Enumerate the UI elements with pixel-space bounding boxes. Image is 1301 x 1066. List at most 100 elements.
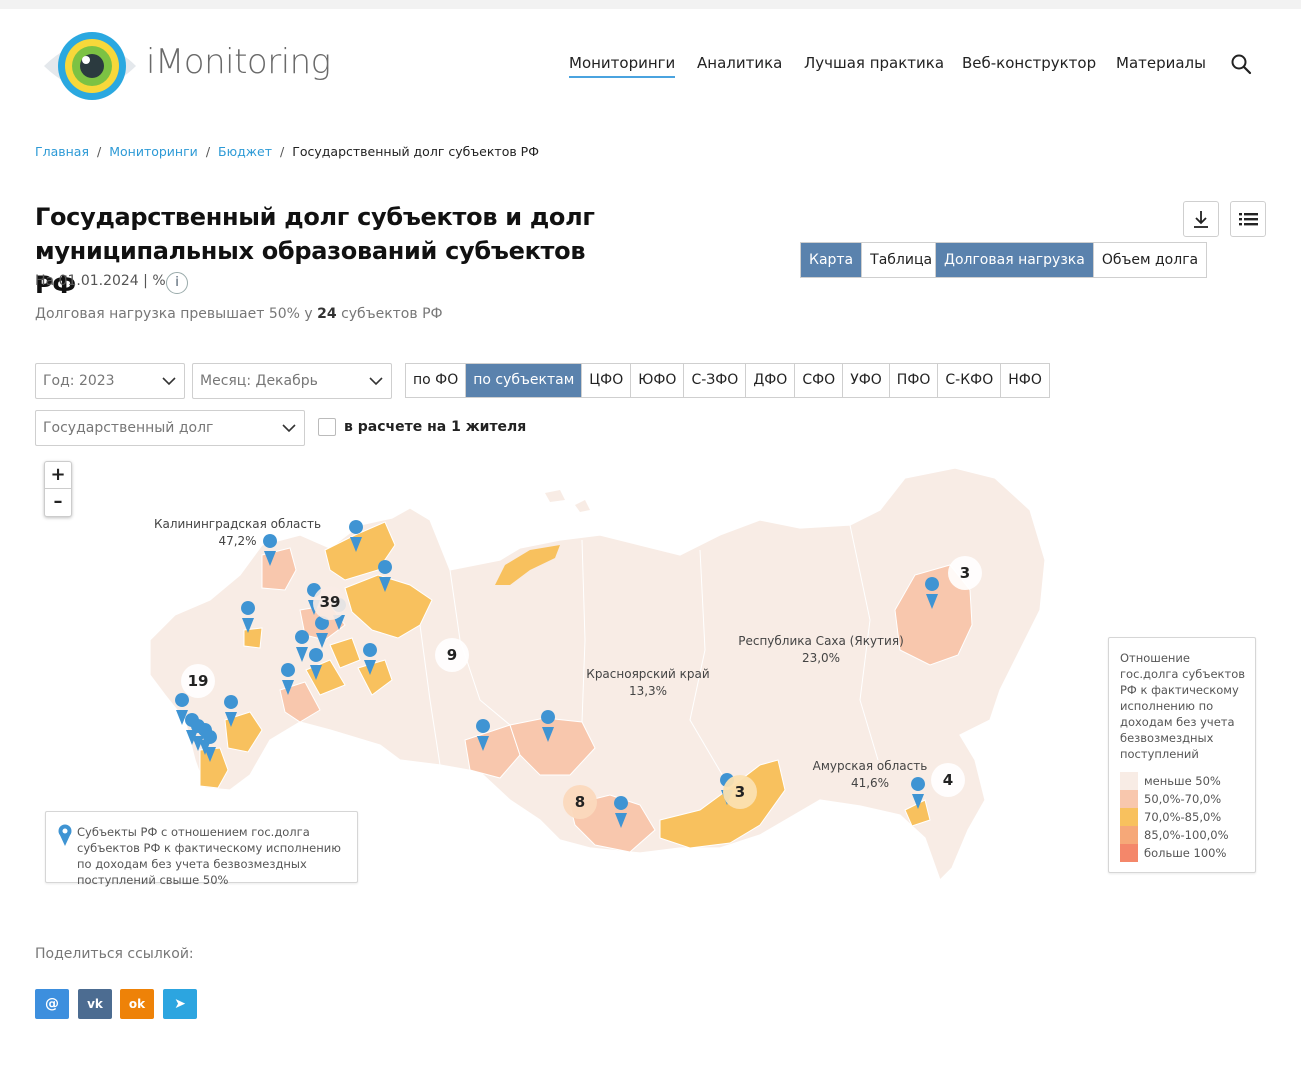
imonitoring-logo-icon[interactable] <box>40 27 140 105</box>
region-label-value: 41,6% <box>850 776 890 790</box>
download-icon <box>1194 211 1208 228</box>
debt-summary-count: 24 <box>317 306 337 322</box>
pin-legend-text: Субъекты РФ с отношением гос.долга субъе… <box>77 825 341 887</box>
per-capita-label[interactable]: в расчете на 1 жителя <box>344 419 526 435</box>
list-view-button[interactable] <box>1230 201 1266 237</box>
breadcrumb-separator: / <box>280 144 285 159</box>
nav-monitorings[interactable]: Мониторинги <box>569 54 676 78</box>
download-button[interactable] <box>1183 201 1219 237</box>
search-icon[interactable] <box>1230 53 1252 75</box>
year-select[interactable]: Год: 2023 <box>35 363 185 399</box>
legend-swatch <box>1120 772 1138 790</box>
chevron-down-icon <box>282 424 296 433</box>
share-vk-button[interactable]: vk <box>78 989 112 1019</box>
tab-yufo[interactable]: ЮФО <box>630 364 683 397</box>
top-strip <box>0 0 1301 9</box>
breadcrumb-separator: / <box>97 144 102 159</box>
tab-szfo[interactable]: С-ЗФО <box>683 364 745 397</box>
nav-best-practice[interactable]: Лучшая практика <box>804 54 944 78</box>
tab-sfo[interactable]: СФО <box>794 364 842 397</box>
legend-item: больше 100% <box>1120 844 1226 862</box>
odnoklassniki-icon: ok <box>128 997 146 1011</box>
region-label-amur: Амурская область 41,6% <box>805 758 935 792</box>
map-region-70-85[interactable] <box>243 627 263 649</box>
indicator-select[interactable]: Государственный долг <box>35 410 305 446</box>
color-legend-title: Отношение гос.долга субъектов РФ к факти… <box>1120 651 1246 761</box>
tab-debt-volume[interactable]: Объем долга <box>1092 243 1206 277</box>
per-capita-checkbox[interactable] <box>318 418 336 436</box>
share-telegram-button[interactable]: ➤ <box>163 989 197 1019</box>
legend-swatch <box>1120 826 1138 844</box>
region-label-name: Калининградская область <box>153 517 322 531</box>
info-icon[interactable]: i <box>166 272 188 294</box>
month-select[interactable]: Месяц: Декабрь <box>192 363 392 399</box>
nav-analytics[interactable]: Аналитика <box>697 54 782 78</box>
legend-swatch <box>1120 790 1138 808</box>
region-label-name: Амурская область <box>812 759 928 773</box>
cluster-count[interactable]: 3 <box>720 783 760 801</box>
breadcrumb: Главная / Мониторинги / Бюджет / Государственн… <box>35 144 539 159</box>
brand-name[interactable]: iMonitoring <box>146 42 331 82</box>
cluster-count[interactable]: 19 <box>178 672 218 690</box>
cluster-count[interactable]: 4 <box>928 771 968 789</box>
region-label-value: 47,2% <box>218 534 257 548</box>
tab-by-subjects[interactable]: по субъектам <box>465 364 582 397</box>
view-toggle: Карта Таблица <box>800 242 942 278</box>
chevron-down-icon <box>162 377 176 386</box>
indicator-select-value: Государственный долг <box>43 420 214 436</box>
tab-skfo[interactable]: С-КФО <box>937 364 1000 397</box>
color-legend: Отношение гос.долга субъектов РФ к факти… <box>1108 637 1256 873</box>
cluster-count[interactable]: 9 <box>432 646 472 664</box>
region-label-value: 13,3% <box>628 684 668 698</box>
page-title-line-2: муниципальных образований субъектов РФ <box>35 237 586 299</box>
nav-materials[interactable]: Материалы <box>1116 54 1206 78</box>
mail-icon: @ <box>45 996 59 1012</box>
breadcrumb-current: Государственный долг субъектов РФ <box>292 144 539 159</box>
nav-web-constructor[interactable]: Веб-конструктор <box>962 54 1096 78</box>
legend-label: 70,0%-85,0% <box>1144 810 1222 824</box>
debt-summary-post: субъектов РФ <box>341 306 443 322</box>
telegram-icon: ➤ <box>174 996 186 1012</box>
share-label: Поделиться ссылкой: <box>35 946 194 962</box>
breadcrumb-budget[interactable]: Бюджет <box>218 144 272 159</box>
chevron-down-icon <box>369 377 383 386</box>
tab-dfo[interactable]: ДФО <box>745 364 794 397</box>
map-base-region[interactable] <box>545 490 590 512</box>
tab-debt-load[interactable]: Долговая нагрузка <box>936 243 1093 277</box>
breadcrumb-monitorings[interactable]: Мониторинги <box>109 144 198 159</box>
region-label-yakutia: Республика Саха (Якутия) 23,0% <box>737 633 905 667</box>
page-title-line-1: Государственный долг субъектов и долг <box>35 203 595 231</box>
region-label-name: Красноярский край <box>586 667 710 681</box>
legend-label: больше 100% <box>1144 846 1227 860</box>
tab-pfo[interactable]: ПФО <box>888 364 938 397</box>
tab-by-fo[interactable]: по ФО <box>406 364 465 397</box>
share-ok-button[interactable]: ok <box>120 989 154 1019</box>
cluster-count[interactable]: 39 <box>310 593 350 611</box>
cluster-count[interactable]: 8 <box>560 793 600 811</box>
debt-summary-pre: Долговая нагрузка превышает 50% у <box>35 306 313 322</box>
measure-toggle: Долговая нагрузка Объем долга <box>935 242 1208 278</box>
tab-nfo[interactable]: НФО <box>1000 364 1049 397</box>
list-icon <box>1239 213 1258 226</box>
zoom-control: + – <box>44 461 72 517</box>
year-select-value: Год: 2023 <box>43 373 115 389</box>
legend-swatch <box>1120 808 1138 826</box>
region-label-kaliningrad: Калининградская область 47,2% <box>150 516 325 550</box>
breadcrumb-home[interactable]: Главная <box>35 144 89 159</box>
tab-map[interactable]: Карта <box>801 243 862 277</box>
share-mail-button[interactable]: @ <box>35 989 69 1019</box>
map-pin-icon <box>58 824 72 846</box>
tab-ufo[interactable]: УФО <box>842 364 889 397</box>
zoom-in-button[interactable]: + <box>45 462 71 489</box>
region-label-name: Республика Саха (Якутия) <box>738 634 904 648</box>
month-select-value: Месяц: Декабрь <box>200 373 318 389</box>
report-date: На 01.01.2024 | % <box>35 273 166 289</box>
cluster-count[interactable]: 3 <box>945 564 985 582</box>
legend-item: 70,0%-85,0% <box>1120 808 1221 826</box>
legend-item: 50,0%-70,0% <box>1120 790 1221 808</box>
tab-cfo[interactable]: ЦФО <box>581 364 630 397</box>
legend-item: 85,0%-100,0% <box>1120 826 1229 844</box>
legend-label: 85,0%-100,0% <box>1144 828 1229 842</box>
zoom-out-button[interactable]: – <box>45 489 71 516</box>
tab-table[interactable]: Таблица <box>861 243 940 277</box>
